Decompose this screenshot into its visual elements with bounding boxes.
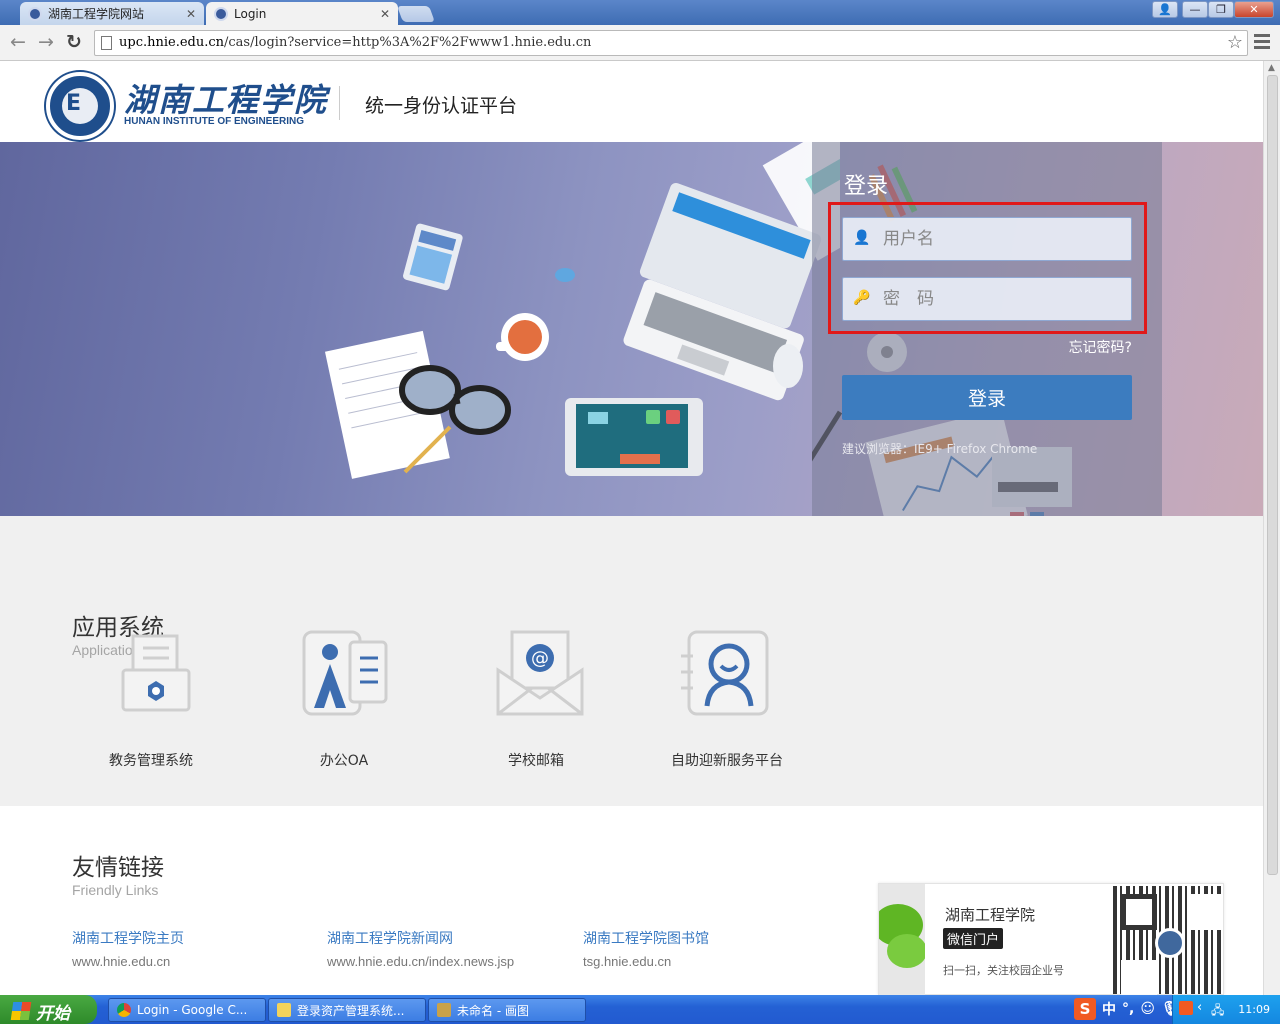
task-label: Login - Google C... bbox=[137, 1003, 248, 1017]
qr-code-icon bbox=[1113, 886, 1221, 994]
password-input[interactable] bbox=[883, 286, 1123, 312]
punctuation-icon[interactable]: °, bbox=[1122, 1001, 1134, 1017]
link-title[interactable]: 湖南工程学院新闻网 bbox=[327, 928, 514, 948]
taskbar-item-folder[interactable]: 登录资产管理系统... bbox=[268, 998, 426, 1022]
windows-logo-icon bbox=[10, 1002, 32, 1020]
logo-text-en: HUNAN INSTITUTE OF ENGINEERING bbox=[124, 116, 305, 127]
url-text: upc.hnie.edu.cn/cas/login?service=http%3… bbox=[119, 35, 591, 50]
browser-menu-icon[interactable] bbox=[1254, 34, 1270, 50]
friendly-links-section: 友情链接 Friendly Links 湖南工程学院主页 www.hnie.ed… bbox=[0, 806, 1263, 995]
system-tray: ‹ 🖧 11:09 bbox=[1172, 995, 1280, 1024]
start-button[interactable]: 开始 bbox=[0, 995, 97, 1024]
header-divider bbox=[339, 86, 340, 120]
windows-taskbar: 开始 Login - Google C... 登录资产管理系统... 未命名 -… bbox=[0, 995, 1280, 1024]
school-favicon-icon bbox=[214, 6, 228, 21]
wechat-icon bbox=[879, 884, 925, 995]
window-close-button[interactable]: ✕ bbox=[1234, 1, 1274, 18]
close-icon[interactable]: ✕ bbox=[186, 7, 196, 21]
close-icon[interactable]: ✕ bbox=[380, 7, 390, 21]
app-label: 办公OA bbox=[319, 753, 369, 769]
link-url: www.hnie.edu.cn bbox=[72, 954, 171, 969]
wechat-card[interactable]: 湖南工程学院 微信门户 扫一扫，关注校园企业号 bbox=[878, 883, 1224, 995]
user-profile-icon bbox=[681, 630, 769, 716]
applications-section: 应用系统 Applications 教务管理系统 办公OA @ 学校邮箱 自助迎… bbox=[0, 516, 1263, 806]
link-url: tsg.hnie.edu.cn bbox=[583, 954, 672, 969]
minimize-button[interactable]: — bbox=[1182, 1, 1208, 18]
desk-illustration bbox=[324, 142, 840, 479]
logo-text-cn: 湖南工程学院 bbox=[124, 81, 329, 119]
chrome-icon bbox=[117, 1003, 131, 1017]
username-input[interactable] bbox=[883, 226, 1123, 252]
restore-button[interactable]: ❐ bbox=[1208, 1, 1234, 18]
user-profile-icon[interactable]: 👤 bbox=[1152, 1, 1178, 18]
clock[interactable]: 11:09 bbox=[1238, 1003, 1270, 1016]
app-label: 学校邮箱 bbox=[508, 753, 564, 769]
browser-tab-hnie[interactable]: 湖南工程学院网站 ✕ bbox=[20, 2, 204, 25]
username-field[interactable]: 👤 bbox=[842, 217, 1132, 261]
link-title[interactable]: 湖南工程学院图书馆 bbox=[583, 928, 709, 948]
school-emblem-logo[interactable]: E bbox=[46, 72, 114, 140]
taskbar-item-paint[interactable]: 未命名 - 画图 bbox=[428, 998, 586, 1022]
id-card-icon bbox=[302, 630, 388, 716]
page-viewport: E 湖南工程学院 HUNAN INSTITUTE OF ENGINEERING … bbox=[0, 61, 1263, 995]
email-envelope-icon: @ bbox=[496, 630, 584, 716]
login-button[interactable]: 登录 bbox=[842, 375, 1132, 420]
wechat-badge: 微信门户 bbox=[943, 928, 1004, 949]
page-icon bbox=[101, 36, 112, 50]
school-favicon-icon bbox=[28, 6, 42, 21]
page-scrollbar[interactable]: ▲ bbox=[1263, 61, 1280, 995]
tab-label: 湖南工程学院网站 bbox=[48, 7, 145, 21]
user-icon: 👤 bbox=[853, 230, 871, 246]
new-tab-button[interactable] bbox=[397, 6, 435, 22]
network-icon[interactable]: 🖧 bbox=[1211, 1001, 1224, 1022]
link-item-news[interactable]: 湖南工程学院新闻网 www.hnie.edu.cn/index.news.jsp bbox=[327, 928, 514, 969]
section-subtitle: Friendly Links bbox=[72, 882, 159, 898]
bookmark-star-icon[interactable]: ☆ bbox=[1227, 32, 1243, 53]
file-cabinet-icon bbox=[121, 634, 191, 712]
wechat-tip: 扫一扫，关注校园企业号 bbox=[943, 964, 1064, 977]
address-bar[interactable]: upc.hnie.edu.cn/cas/login?service=http%3… bbox=[94, 30, 1248, 56]
ime-mode-label[interactable]: 中 bbox=[1102, 999, 1116, 1019]
task-label: 登录资产管理系统... bbox=[297, 1003, 405, 1018]
svg-text:@: @ bbox=[531, 648, 549, 669]
url-domain: upc.hnie.edu.cn bbox=[119, 35, 225, 50]
link-title[interactable]: 湖南工程学院主页 bbox=[72, 928, 184, 948]
scroll-up-arrow-icon[interactable]: ▲ bbox=[1268, 63, 1275, 73]
app-label: 教务管理系统 bbox=[109, 753, 193, 769]
link-item-library[interactable]: 湖南工程学院图书馆 tsg.hnie.edu.cn bbox=[583, 928, 709, 969]
reload-icon[interactable]: ↻ bbox=[62, 31, 86, 53]
sogou-tray-icon[interactable] bbox=[1179, 1001, 1193, 1015]
password-field[interactable]: 🔑 bbox=[842, 277, 1132, 321]
tab-label: Login bbox=[234, 6, 267, 21]
wechat-name: 湖南工程学院 bbox=[945, 906, 1036, 924]
browser-tip: 建议浏览器：IE9+ Firefox Chrome bbox=[842, 442, 1038, 456]
browser-tab-login[interactable]: Login ✕ bbox=[206, 2, 398, 25]
url-path: /cas/login?service=http%3A%2F%2Fwww1.hni… bbox=[224, 35, 592, 50]
app-label: 自助迎新服务平台 bbox=[671, 753, 783, 769]
start-label: 开始 bbox=[36, 1003, 70, 1024]
folder-icon bbox=[277, 1003, 291, 1017]
link-url: www.hnie.edu.cn/index.news.jsp bbox=[327, 954, 515, 969]
site-header: E 湖南工程学院 HUNAN INSTITUTE OF ENGINEERING … bbox=[0, 61, 1263, 142]
back-arrow-icon[interactable]: ← bbox=[6, 31, 30, 53]
platform-title: 统一身份认证平台 bbox=[365, 95, 518, 117]
login-banner: 登录 👤 🔑 忘记密码? 登录 建议浏览器：IE9+ Firefox Chrom… bbox=[0, 142, 1263, 516]
browser-tab-strip: 湖南工程学院网站 ✕ Login ✕ 👤 — ❐ ✕ bbox=[0, 0, 1280, 25]
key-icon: 🔑 bbox=[853, 290, 871, 306]
task-label: 未命名 - 画图 bbox=[457, 1003, 529, 1018]
tray-expand-icon[interactable]: ‹ bbox=[1197, 1000, 1202, 1015]
emoji-icon[interactable]: ☺ bbox=[1140, 1001, 1155, 1017]
taskbar-item-chrome[interactable]: Login - Google C... bbox=[108, 998, 266, 1022]
browser-toolbar: ← → ↻ upc.hnie.edu.cn/cas/login?service=… bbox=[0, 25, 1280, 61]
scrollbar-thumb[interactable] bbox=[1267, 75, 1278, 875]
link-item-homepage[interactable]: 湖南工程学院主页 www.hnie.edu.cn bbox=[72, 928, 184, 969]
forgot-password-link[interactable]: 忘记密码? bbox=[1069, 337, 1132, 357]
login-title: 登录 bbox=[844, 174, 889, 199]
paint-icon bbox=[437, 1003, 451, 1017]
section-title: 友情链接 bbox=[72, 855, 164, 881]
sogou-ime-icon[interactable]: S bbox=[1074, 998, 1096, 1020]
login-panel: 登录 👤 🔑 忘记密码? 登录 建议浏览器：IE9+ Firefox Chrom… bbox=[812, 142, 1162, 516]
forward-arrow-icon[interactable]: → bbox=[34, 31, 58, 53]
